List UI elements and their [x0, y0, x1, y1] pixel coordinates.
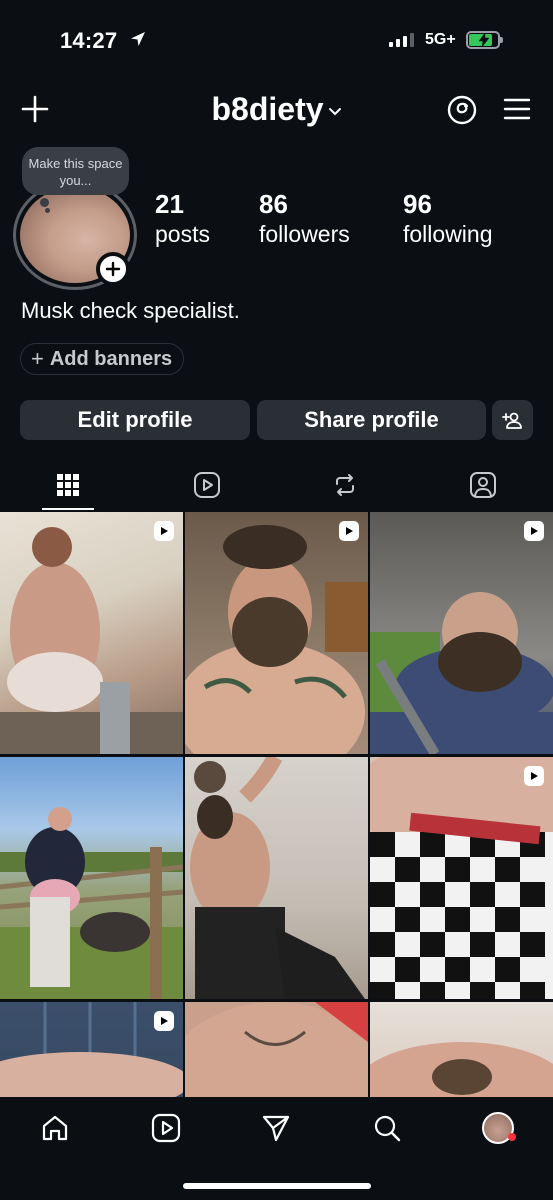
nav-home[interactable]	[38, 1111, 72, 1145]
grid-post[interactable]	[0, 1002, 183, 1097]
signal-bars-icon	[389, 33, 414, 47]
grid-post[interactable]	[185, 757, 368, 999]
grid-post[interactable]	[370, 757, 553, 999]
post-thumbnail	[0, 527, 183, 754]
reel-indicator-icon	[154, 1011, 174, 1031]
post-thumbnail	[190, 757, 365, 999]
grid-post[interactable]	[0, 757, 183, 999]
threads-icon[interactable]	[446, 94, 478, 126]
note-bubble-tail-small	[45, 208, 50, 213]
post-thumbnail	[370, 592, 553, 754]
plus-icon	[105, 261, 121, 277]
hamburger-menu-icon[interactable]	[503, 96, 531, 122]
stat-following-value: 96	[403, 189, 432, 219]
add-banners-label: Add banners	[49, 348, 173, 370]
note-bubble[interactable]: Make this space you...	[22, 147, 129, 195]
grid-post[interactable]	[370, 1002, 553, 1097]
battery-charging-icon	[466, 31, 503, 49]
posts-grid	[0, 512, 553, 1097]
grid-post[interactable]	[370, 512, 553, 754]
profile-bio: Musk check specialist.	[21, 298, 240, 323]
reel-indicator-icon	[339, 521, 359, 541]
profile-tabs	[0, 460, 553, 510]
active-tab-indicator	[42, 508, 94, 510]
tab-reposts[interactable]	[315, 460, 375, 510]
reels-icon	[194, 472, 220, 498]
stat-followers[interactable]: 86 followers	[259, 189, 350, 249]
grid-icon	[57, 474, 79, 496]
post-thumbnail	[0, 807, 183, 999]
reel-indicator-icon	[524, 766, 544, 786]
reels-icon	[151, 1113, 181, 1143]
stat-following-label: following	[403, 221, 493, 247]
discover-people-button[interactable]	[492, 400, 533, 440]
tab-tagged[interactable]	[453, 460, 513, 510]
stat-followers-value: 86	[259, 189, 288, 219]
post-thumbnail	[185, 525, 368, 754]
location-arrow-icon	[131, 32, 145, 46]
add-banners-button[interactable]: + Add banners	[20, 343, 185, 375]
stat-posts[interactable]: 21 posts	[155, 189, 210, 249]
reposts-icon	[336, 474, 354, 496]
send-icon	[262, 1115, 290, 1142]
plus-icon: +	[31, 346, 44, 371]
stat-posts-value: 21	[155, 189, 184, 219]
note-bubble-tail	[40, 198, 49, 207]
tagged-icon	[470, 472, 496, 498]
chevron-down-icon	[328, 107, 341, 115]
status-time: 14:27	[60, 28, 118, 53]
grid-post[interactable]	[185, 512, 368, 754]
add-story-button[interactable]	[96, 252, 130, 286]
nav-search[interactable]	[370, 1111, 404, 1145]
username-label: b8diety	[211, 91, 324, 127]
add-person-icon	[501, 412, 522, 429]
stat-posts-label: posts	[155, 221, 210, 247]
post-thumbnail	[185, 1002, 368, 1097]
status-bar: 14:27 5G+	[0, 0, 553, 80]
search-icon	[374, 1115, 401, 1142]
tab-reels[interactable]	[177, 460, 237, 510]
home-icon	[42, 1115, 68, 1141]
stat-following[interactable]: 96 following	[403, 189, 493, 249]
tab-grid[interactable]	[38, 460, 98, 510]
stat-followers-label: followers	[259, 221, 350, 247]
share-profile-button[interactable]: Share profile	[257, 400, 486, 440]
grid-post[interactable]	[185, 1002, 368, 1097]
nav-messages[interactable]	[259, 1111, 293, 1145]
nav-reels[interactable]	[149, 1111, 183, 1145]
notification-dot	[508, 1133, 516, 1141]
post-thumbnail	[370, 757, 553, 999]
network-type: 5G+	[425, 31, 456, 48]
reel-indicator-icon	[154, 521, 174, 541]
home-indicator	[183, 1183, 371, 1189]
post-thumbnail	[370, 1042, 553, 1097]
grid-post[interactable]	[0, 512, 183, 754]
reel-indicator-icon	[524, 521, 544, 541]
profile-header: b8diety	[0, 85, 553, 135]
edit-profile-button[interactable]: Edit profile	[20, 400, 250, 440]
